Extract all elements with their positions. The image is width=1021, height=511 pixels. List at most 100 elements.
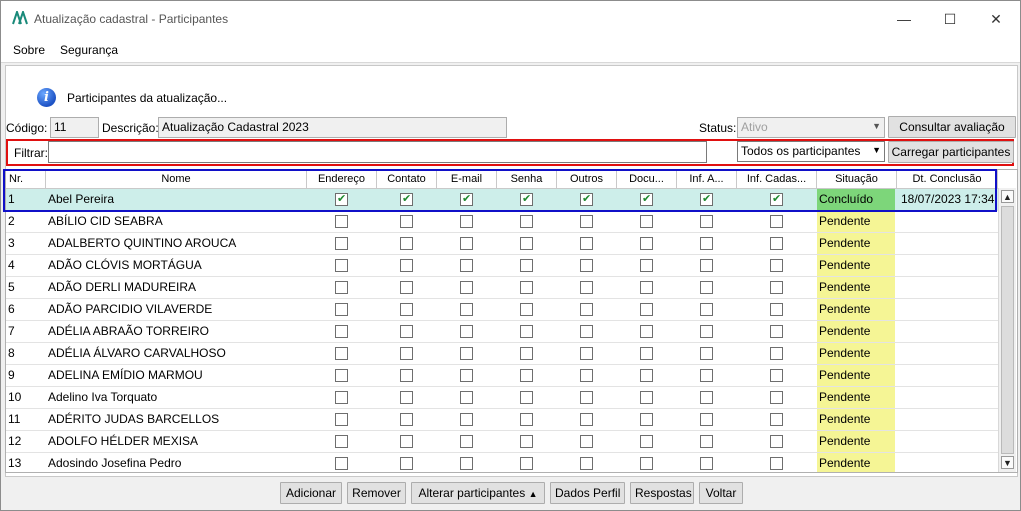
respostas-button[interactable]: Respostas (630, 482, 694, 504)
checkbox-1[interactable] (335, 281, 348, 294)
menu-seguranca[interactable]: Segurança (60, 43, 118, 57)
checkbox-8[interactable] (770, 391, 783, 404)
checkbox-6[interactable] (640, 413, 653, 426)
checkbox-8[interactable] (770, 192, 783, 206)
participants-grid[interactable]: Nr. Nome Endereço Contato E-mail Senha O… (5, 169, 1018, 473)
table-row[interactable]: 4 ADÃO CLÓVIS MORTÁGUA Pendente (6, 255, 998, 277)
checkbox-1[interactable] (335, 303, 348, 316)
checkbox-4[interactable] (520, 325, 533, 338)
table-row[interactable]: 1 Abel Pereira Concluído 18/07/2023 17:34 (6, 189, 998, 211)
col-header-situacao[interactable]: Situação (817, 170, 897, 189)
checkbox-6[interactable] (640, 325, 653, 338)
col-header-inf-a[interactable]: Inf. A... (677, 170, 737, 189)
checkbox-5[interactable] (580, 457, 593, 470)
checkbox-8[interactable] (770, 413, 783, 426)
checkbox-4[interactable] (520, 237, 533, 250)
checkbox-8[interactable] (770, 215, 783, 228)
checkbox-3[interactable] (460, 369, 473, 382)
checkbox-6[interactable] (640, 391, 653, 404)
checkbox-3[interactable] (460, 237, 473, 250)
checkbox-5[interactable] (580, 347, 593, 360)
table-row[interactable]: 13 Adosindo Josefina Pedro Pendente (6, 453, 998, 472)
checkbox-1[interactable] (335, 457, 348, 470)
checkbox-4[interactable] (520, 347, 533, 360)
checkbox-7[interactable] (700, 237, 713, 250)
col-header-dt-conclusao[interactable]: Dt. Conclusão (897, 170, 998, 189)
checkbox-3[interactable] (460, 457, 473, 470)
checkbox-8[interactable] (770, 369, 783, 382)
table-row[interactable]: 12 ADOLFO HÉLDER MEXISA Pendente (6, 431, 998, 453)
checkbox-7[interactable] (700, 391, 713, 404)
table-row[interactable]: 7 ADÉLIA ABRAÃO TORREIRO Pendente (6, 321, 998, 343)
checkbox-2[interactable] (400, 192, 413, 206)
col-header-outros[interactable]: Outros (557, 170, 617, 189)
checkbox-7[interactable] (700, 369, 713, 382)
checkbox-6[interactable] (640, 215, 653, 228)
checkbox-8[interactable] (770, 281, 783, 294)
checkbox-6[interactable] (640, 435, 653, 448)
checkbox-1[interactable] (335, 413, 348, 426)
col-header-documentos[interactable]: Docu... (617, 170, 677, 189)
table-row[interactable]: 9 ADELINA EMÍDIO MARMOU Pendente (6, 365, 998, 387)
carregar-participantes-button[interactable]: Carregar participantes (888, 141, 1014, 163)
checkbox-3[interactable] (460, 303, 473, 316)
table-row[interactable]: 11 ADÉRITO JUDAS BARCELLOS Pendente (6, 409, 998, 431)
checkbox-2[interactable] (400, 281, 413, 294)
minimize-button[interactable]: — (881, 1, 927, 37)
checkbox-7[interactable] (700, 215, 713, 228)
checkbox-6[interactable] (640, 369, 653, 382)
checkbox-7[interactable] (700, 413, 713, 426)
checkbox-8[interactable] (770, 303, 783, 316)
checkbox-2[interactable] (400, 215, 413, 228)
checkbox-1[interactable] (335, 369, 348, 382)
checkbox-4[interactable] (520, 413, 533, 426)
checkbox-2[interactable] (400, 259, 413, 272)
checkbox-8[interactable] (770, 237, 783, 250)
title-bar[interactable]: Atualização cadastral - Participantes — … (1, 1, 1020, 37)
checkbox-3[interactable] (460, 192, 473, 206)
checkbox-6[interactable] (640, 237, 653, 250)
alterar-participantes-button[interactable]: Alterar participantes ▲ (411, 482, 545, 504)
table-row[interactable]: 3 ADALBERTO QUINTINO AROUCA Pendente (6, 233, 998, 255)
checkbox-3[interactable] (460, 347, 473, 360)
maximize-button[interactable]: ☐ (927, 1, 973, 37)
adicionar-button[interactable]: Adicionar (280, 482, 342, 504)
checkbox-2[interactable] (400, 369, 413, 382)
checkbox-4[interactable] (520, 435, 533, 448)
remover-button[interactable]: Remover (347, 482, 406, 504)
table-row[interactable]: 6 ADÃO PARCIDIO VILAVERDE Pendente (6, 299, 998, 321)
checkbox-3[interactable] (460, 259, 473, 272)
col-header-nome[interactable]: Nome (46, 170, 307, 189)
checkbox-7[interactable] (700, 325, 713, 338)
checkbox-5[interactable] (580, 259, 593, 272)
col-header-endereco[interactable]: Endereço (307, 170, 377, 189)
checkbox-5[interactable] (580, 237, 593, 250)
checkbox-3[interactable] (460, 435, 473, 448)
checkbox-5[interactable] (580, 413, 593, 426)
checkbox-3[interactable] (460, 215, 473, 228)
checkbox-7[interactable] (700, 435, 713, 448)
checkbox-5[interactable] (580, 303, 593, 316)
checkbox-2[interactable] (400, 237, 413, 250)
checkbox-4[interactable] (520, 391, 533, 404)
checkbox-6[interactable] (640, 259, 653, 272)
checkbox-4[interactable] (520, 457, 533, 470)
checkbox-6[interactable] (640, 303, 653, 316)
checkbox-1[interactable] (335, 347, 348, 360)
table-row[interactable]: 8 ADÉLIA ÁLVARO CARVALHOSO Pendente (6, 343, 998, 365)
scroll-down-icon[interactable]: ▼ (1001, 456, 1014, 469)
table-row[interactable]: 10 Adelino Iva Torquato Pendente (6, 387, 998, 409)
dados-perfil-button[interactable]: Dados Perfil (550, 482, 625, 504)
table-row[interactable]: 2 ABÍLIO CID SEABRA Pendente (6, 211, 998, 233)
col-header-inf-cadastrais[interactable]: Inf. Cadas... (737, 170, 817, 189)
checkbox-2[interactable] (400, 325, 413, 338)
checkbox-5[interactable] (580, 281, 593, 294)
col-header-senha[interactable]: Senha (497, 170, 557, 189)
col-header-email[interactable]: E-mail (437, 170, 497, 189)
checkbox-4[interactable] (520, 192, 533, 206)
checkbox-1[interactable] (335, 435, 348, 448)
filter-input[interactable] (48, 141, 707, 163)
checkbox-8[interactable] (770, 457, 783, 470)
checkbox-4[interactable] (520, 215, 533, 228)
checkbox-2[interactable] (400, 457, 413, 470)
